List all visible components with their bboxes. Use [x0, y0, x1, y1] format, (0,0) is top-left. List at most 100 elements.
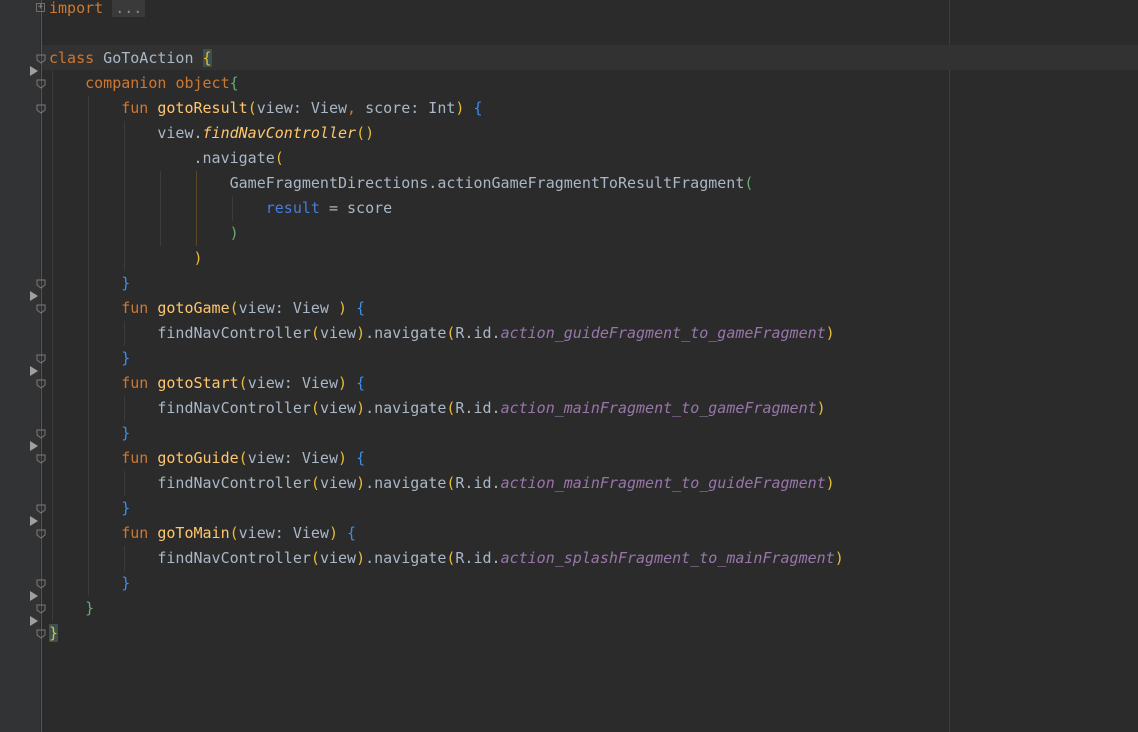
code-content[interactable]: import ... class GoToAction { companion …: [49, 0, 844, 646]
code-line[interactable]: fun gotoGuide(view: View) {: [49, 446, 844, 471]
code-token: action_guideFragment_to_gameFragment: [500, 324, 826, 342]
code-line[interactable]: ): [49, 246, 844, 271]
code-token: (: [310, 474, 320, 492]
code-line[interactable]: view.findNavController(): [49, 121, 844, 146]
code-token: action_mainFragment_to_gameFragment: [500, 399, 817, 417]
code-token: (: [744, 174, 754, 192]
code-token: view: [319, 549, 357, 567]
code-token: ): [825, 474, 835, 492]
fold-toggle-icon[interactable]: [36, 429, 46, 439]
fold-toggle-icon[interactable]: [36, 54, 46, 64]
code-line[interactable]: ): [49, 221, 844, 246]
code-token: {: [202, 49, 212, 67]
code-line[interactable]: result = score: [49, 196, 844, 221]
code-line[interactable]: }: [49, 596, 844, 621]
fold-toggle-icon[interactable]: [36, 604, 46, 614]
code-token: ): [328, 524, 338, 542]
code-line[interactable]: findNavController(view).navigate(R.id.ac…: [49, 321, 844, 346]
code-token: ): [356, 399, 366, 417]
code-token: view: [319, 324, 357, 342]
code-token: action_mainFragment_to_guideFragment: [500, 474, 826, 492]
fold-toggle-icon[interactable]: [36, 379, 46, 389]
code-line[interactable]: }: [49, 496, 844, 521]
code-token: ): [338, 449, 348, 467]
code-editor[interactable]: + import ... class GoToAction { companio…: [0, 0, 1138, 732]
code-line[interactable]: }: [49, 271, 844, 296]
code-line[interactable]: [49, 21, 844, 46]
code-token: view: View: [238, 524, 329, 542]
code-token: ): [825, 324, 835, 342]
code-token: (: [274, 149, 284, 167]
code-line[interactable]: findNavController(view).navigate(R.id.ac…: [49, 471, 844, 496]
code-token: gotoResult: [157, 99, 248, 117]
code-token: fun: [121, 449, 149, 467]
code-line[interactable]: }: [49, 421, 844, 446]
code-token: (: [247, 99, 257, 117]
code-token: (: [238, 374, 248, 392]
code-line[interactable]: GameFragmentDirections.actionGameFragmen…: [49, 171, 844, 196]
fold-toggle-icon[interactable]: [36, 304, 46, 314]
code-token: .navigate: [365, 399, 447, 417]
code-line[interactable]: fun gotoGame(view: View ) {: [49, 296, 844, 321]
implementation-arrow-icon[interactable]: [30, 616, 38, 626]
fold-toggle-icon[interactable]: [36, 454, 46, 464]
fold-toggle-icon[interactable]: [36, 529, 46, 539]
expand-fold-icon[interactable]: +: [36, 3, 45, 12]
code-token: (: [310, 549, 320, 567]
code-line[interactable]: }: [49, 346, 844, 371]
code-line[interactable]: fun gotoStart(view: View) {: [49, 371, 844, 396]
fold-toggle-icon[interactable]: [36, 354, 46, 364]
code-token: GameFragmentDirections.actionGameFragmen…: [49, 174, 745, 192]
code-token: }: [121, 349, 131, 367]
code-token: fun: [121, 99, 149, 117]
implementation-arrow-icon[interactable]: [30, 441, 38, 451]
implementation-arrow-icon[interactable]: [30, 291, 38, 301]
code-token: fun: [121, 299, 149, 317]
implementation-arrow-icon[interactable]: [30, 366, 38, 376]
code-token: findNavController: [202, 124, 357, 142]
code-token: (: [310, 324, 320, 342]
fold-toggle-icon[interactable]: [36, 104, 46, 114]
code-token: {: [229, 74, 239, 92]
code-line[interactable]: }: [49, 571, 844, 596]
code-line[interactable]: .navigate(: [49, 146, 844, 171]
code-token: ): [338, 299, 348, 317]
code-line[interactable]: class GoToAction {: [49, 46, 844, 71]
code-token: ): [356, 549, 366, 567]
code-line[interactable]: findNavController(view).navigate(R.id.ac…: [49, 396, 844, 421]
code-line[interactable]: }: [49, 621, 844, 646]
code-line[interactable]: fun goToMain(view: View) {: [49, 521, 844, 546]
code-token: R.id.: [455, 399, 501, 417]
code-token: (: [229, 299, 239, 317]
code-token: ): [356, 474, 366, 492]
implementation-arrow-icon[interactable]: [30, 66, 38, 76]
code-token: view: [319, 474, 357, 492]
code-token: ): [356, 324, 366, 342]
folded-imports[interactable]: ...: [112, 0, 146, 17]
code-token: ): [229, 224, 239, 242]
code-token: ,: [347, 99, 357, 117]
code-line[interactable]: fun gotoResult(view: View, score: Int) {: [49, 96, 844, 121]
implementation-arrow-icon[interactable]: [30, 516, 38, 526]
code-token: view: View: [247, 449, 338, 467]
fold-toggle-icon[interactable]: [36, 79, 46, 89]
fold-toggle-icon[interactable]: [36, 504, 46, 514]
fold-toggle-icon[interactable]: [36, 579, 46, 589]
fold-toggle-icon[interactable]: [36, 629, 46, 639]
implementation-arrow-icon[interactable]: [30, 591, 38, 601]
code-line[interactable]: companion object{: [49, 71, 844, 96]
code-line[interactable]: import ...: [49, 0, 844, 21]
code-token: view: View: [247, 374, 338, 392]
code-line[interactable]: findNavController(view).navigate(R.id.ac…: [49, 546, 843, 571]
fold-toggle-icon[interactable]: [36, 279, 46, 289]
